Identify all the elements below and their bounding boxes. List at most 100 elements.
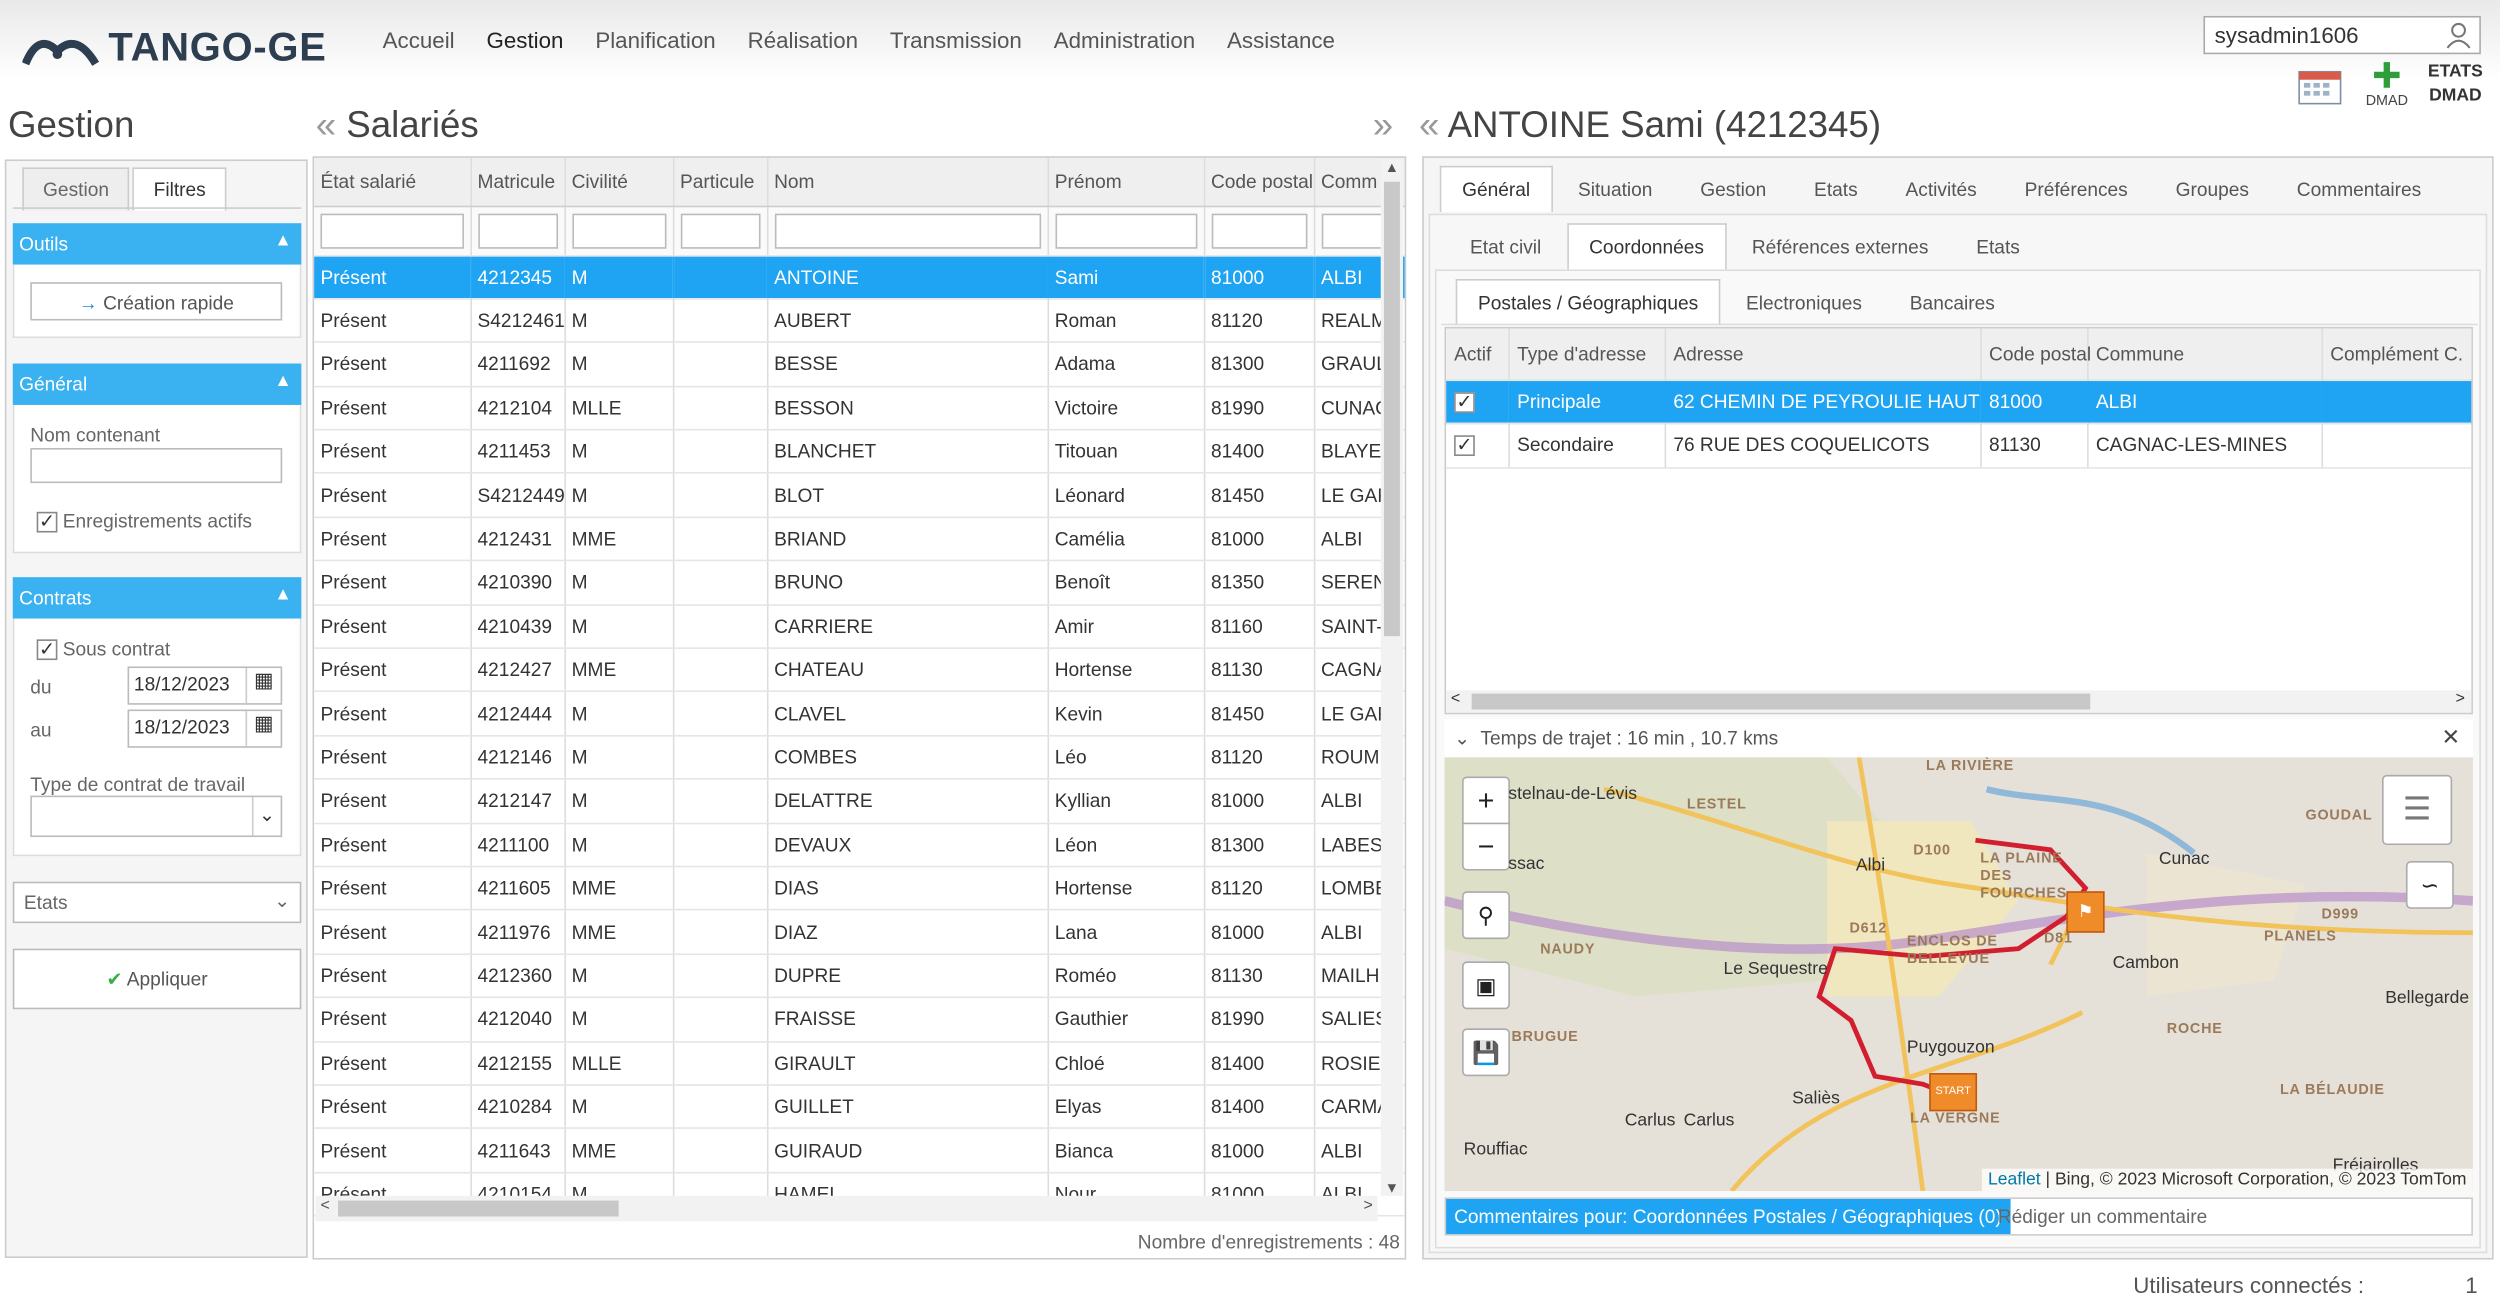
fullscreen-icon[interactable]: ▣ <box>1462 961 1510 1010</box>
address-row[interactable]: ✓ Secondaire 76 RUE DES COQUELICOTS 8113… <box>1446 423 2472 468</box>
tab-coord-row-3[interactable]: Etats <box>1954 223 2042 269</box>
close-icon[interactable]: ✕ <box>2441 724 2460 751</box>
col-civilite[interactable]: Civilité <box>564 157 674 207</box>
table-row[interactable]: Présent 4211643 MME GUIRAUD Bianca 81000 ALBI <box>314 1128 1405 1174</box>
general-section-header[interactable]: Général ▲ <box>12 363 302 405</box>
filter-prenom-input[interactable] <box>1054 212 1197 248</box>
scroll-up-icon[interactable]: ▲ <box>1381 159 1403 175</box>
table-row[interactable]: Présent 4211100 M DEVAUX Léon 81300 LABES <box>314 822 1405 868</box>
route-map[interactable]: + − ⚲ ▣ 💾 ☰ ∽ ⚑ START stelnau-de-Lévis s… <box>1444 757 2473 1192</box>
collapse-left-icon[interactable]: « <box>316 104 336 145</box>
collapse-right-icon[interactable]: » <box>1373 104 1393 147</box>
date-au-input[interactable]: 18/12/2023 ▦ <box>127 709 283 748</box>
scroll-thumb[interactable] <box>1471 693 2091 710</box>
app-logo[interactable]: TANGO-GE <box>22 22 326 73</box>
col-type-adresse[interactable]: Type d'adresse <box>1508 328 1666 381</box>
scroll-right-icon[interactable]: > <box>2456 690 2465 708</box>
nav-transmission[interactable]: Transmission <box>890 27 1022 53</box>
travel-time-bar[interactable]: ⌄ Temps de trajet : 16 min , 10.7 kms ✕ <box>1444 719 2473 758</box>
table-row[interactable]: Présent 4212431 MME BRIAND Camélia 81000 ALBI <box>314 517 1405 562</box>
nav-planification[interactable]: Planification <box>595 27 715 53</box>
scroll-right-icon[interactable]: > <box>1363 1197 1372 1215</box>
appliquer-button[interactable]: ✔ Appliquer <box>12 948 302 1010</box>
nav-gestion[interactable]: Gestion <box>487 27 564 53</box>
tab-general-row-6[interactable]: Groupes <box>2153 166 2271 212</box>
scroll-left-icon[interactable]: < <box>1451 690 1460 708</box>
scroll-left-icon[interactable]: < <box>320 1197 329 1215</box>
calendar-icon[interactable]: ▦ <box>245 668 281 704</box>
creation-rapide-button[interactable]: → Création rapide <box>30 282 283 321</box>
tab-gestion[interactable]: Gestion <box>22 167 130 211</box>
tab-coord-row-0[interactable]: Etat civil <box>1448 223 1564 269</box>
table-row[interactable]: Présent S4212449 M BLOT Léonard 81450 LE GAR <box>314 473 1405 518</box>
table-row[interactable]: Présent 4212155 MLLE GIRAULT Chloé 81400 ROSIE… <box>314 1041 1405 1086</box>
etats-select[interactable]: Etats ⌄ <box>12 881 302 924</box>
nav-realisation[interactable]: Réalisation <box>748 27 858 53</box>
tab-coord-row-1[interactable]: Coordonnées <box>1566 223 1727 270</box>
date-du-input[interactable]: 18/12/2023 ▦ <box>127 666 283 705</box>
user-icon[interactable] <box>2444 21 2473 50</box>
col-nom[interactable]: Nom <box>766 157 1049 207</box>
nav-accueil[interactable]: Accueil <box>383 27 455 53</box>
filter-civilite-input[interactable] <box>571 212 666 248</box>
filter-particule-input[interactable] <box>680 212 760 248</box>
tab-general-row-7[interactable]: Commentaires <box>2274 166 2443 212</box>
table-row[interactable]: Présent 4212444 M CLAVEL Kevin 81450 LE GAR <box>314 691 1405 737</box>
tab-filtres[interactable]: Filtres <box>132 167 227 211</box>
type-contrat-select[interactable]: ⌄ <box>30 795 283 838</box>
table-row[interactable]: Présent 4211453 M BLANCHET Titouan 81400 BLAYE… <box>314 429 1405 475</box>
address-row[interactable]: ✓ Principale 62 CHEMIN DE PEYROULIE HAUT… <box>1446 379 2472 425</box>
col-actif[interactable]: Actif <box>1446 328 1510 381</box>
tab-postal-row-2[interactable]: Bancaires <box>1887 279 2017 325</box>
table-row[interactable]: Présent S4212461 M AUBERT Roman 81120 REALM <box>314 298 1405 344</box>
search-icon[interactable]: ⚲ <box>1462 891 1510 940</box>
leaflet-link[interactable]: Leaflet <box>1988 1170 2041 1189</box>
col-code-postal[interactable]: Code postal <box>1980 328 2091 381</box>
chevron-down-icon[interactable]: ⌄ <box>1454 727 1470 749</box>
col-particule[interactable]: Particule <box>672 157 768 207</box>
sous-contrat-checkbox[interactable]: ✓ Sous contrat <box>36 638 170 661</box>
col-etat[interactable]: État salarié <box>314 157 472 207</box>
employees-horizontal-scrollbar[interactable]: < > <box>315 1195 1378 1222</box>
start-marker[interactable]: START <box>1929 1073 1978 1112</box>
table-row[interactable]: Présent 4212360 M DUPRE Roméo 81130 MAILH <box>314 953 1405 999</box>
etats-dmad-button[interactable]: ETATS DMAD <box>2423 61 2487 109</box>
save-icon[interactable]: 💾 <box>1462 1028 1510 1077</box>
addresses-horizontal-scrollbar[interactable]: < > <box>1446 690 2472 713</box>
calendar-icon[interactable] <box>2298 67 2343 105</box>
col-commune[interactable]: Commune <box>2087 328 2323 381</box>
tab-general-row-4[interactable]: Activités <box>1883 166 1999 212</box>
enregistrements-actifs-checkbox[interactable]: ✓ Enregistrements actifs <box>36 510 252 534</box>
table-row[interactable]: Présent 4212146 M COMBES Léo 81120 ROUM <box>314 735 1405 780</box>
tab-general-row-1[interactable]: Situation <box>1556 166 1675 212</box>
tab-general-row-3[interactable]: Etats <box>1792 166 1880 212</box>
active-checkbox[interactable]: ✓ <box>1454 392 1475 413</box>
scroll-thumb[interactable] <box>338 1200 619 1217</box>
filter-code-postal-input[interactable] <box>1210 212 1307 248</box>
tab-coord-row-2[interactable]: Références externes <box>1730 223 1951 269</box>
table-row[interactable]: Présent 4211692 M BESSE Adama 81300 GRAUL <box>314 342 1405 387</box>
table-row[interactable]: Présent 4211605 MME DIAS Hortense 81120 LOMBE <box>314 866 1405 911</box>
col-adresse[interactable]: Adresse <box>1664 328 1982 381</box>
route-icon[interactable]: ∽ <box>2405 860 2454 909</box>
tab-general-row-2[interactable]: Gestion <box>1678 166 1789 212</box>
table-row[interactable]: Présent 4210439 M CARRIERE Amir 81160 SAINT- <box>314 604 1405 649</box>
contrats-section-header[interactable]: Contrats ▲ <box>12 577 302 619</box>
table-row[interactable]: Présent 4211976 MME DIAZ Lana 81000 ALBI <box>314 910 1405 955</box>
table-row[interactable]: Présent 4212104 MLLE BESSON Victoire 81990 CUN… <box>314 386 1405 431</box>
tab-general-row-5[interactable]: Préférences <box>2002 166 2150 212</box>
tab-postal-row-1[interactable]: Electroniques <box>1724 279 1885 325</box>
col-matricule[interactable]: Matricule <box>470 157 566 207</box>
table-row[interactable]: Présent 4212147 M DELATTRE Kyllian 81000 ALBI <box>314 779 1405 824</box>
col-code-postal[interactable]: Code postal <box>1203 157 1315 207</box>
layers-icon[interactable]: ☰ <box>2382 774 2453 846</box>
nom-contenant-input[interactable] <box>30 448 283 484</box>
employees-vertical-scrollbar[interactable]: ▲ ▼ <box>1380 159 1404 1196</box>
write-comment-link[interactable]: Rédiger un commentaire <box>1998 1205 2208 1227</box>
tab-general-row-0[interactable]: Général <box>1439 165 1553 213</box>
comments-button[interactable]: Commentaires pour: Coordonnées Postales … <box>1446 1198 2010 1235</box>
filter-etat-input[interactable] <box>320 212 464 248</box>
expand-detail-icon[interactable]: « <box>1419 104 1439 145</box>
col-prenom[interactable]: Prénom <box>1047 157 1205 207</box>
filter-nom-input[interactable] <box>774 212 1041 248</box>
